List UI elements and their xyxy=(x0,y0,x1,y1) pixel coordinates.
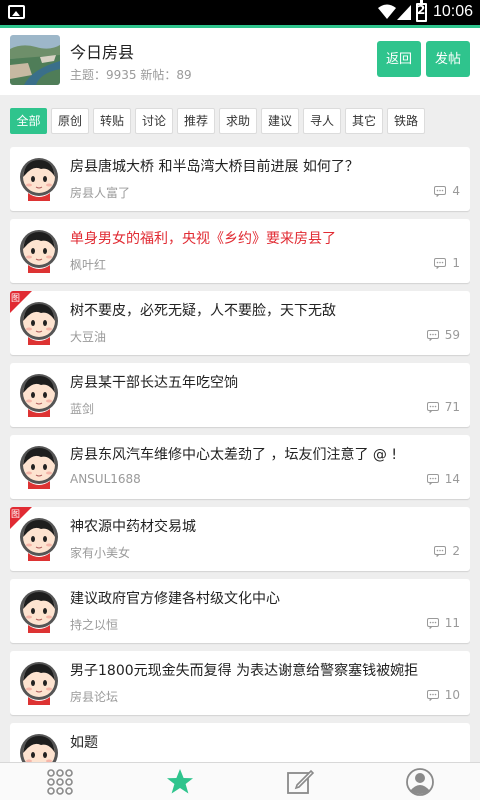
post-card[interactable]: 树不要皮，必死无疑，人不要脸，天下无敌 大豆油 59 图 xyxy=(10,291,470,355)
reply-count: 10 xyxy=(426,688,460,702)
battery-level: 2 xyxy=(417,3,426,17)
post-card[interactable]: 单身男女的福利，央视《乡约》要来房县了 枫叶红 1 xyxy=(10,219,470,283)
post-author: 枫叶红 xyxy=(70,258,107,272)
tab-help[interactable]: 求助 xyxy=(219,108,257,134)
reply-count: 1 xyxy=(434,256,460,270)
tab-original[interactable]: 原创 xyxy=(51,108,89,134)
post-author: 房县论坛 xyxy=(70,690,119,704)
reply-count-value: 59 xyxy=(444,328,460,342)
gallery-notification-icon xyxy=(8,5,25,19)
post-card[interactable]: 男子1800元现金失而复得 为表达谢意给警察塞钱被婉拒 房县论坛 10 xyxy=(10,651,470,715)
profile-icon[interactable] xyxy=(405,767,435,797)
post-card[interactable]: 房县唐城大桥 和半岛湾大桥目前进展 如何了？ 房县人富了 4 xyxy=(10,147,470,211)
reply-count: 11 xyxy=(426,616,460,630)
post-title: 男子1800元现金失而复得 为表达谢意给警察塞钱被婉拒 xyxy=(70,663,419,679)
image-badge: 图 xyxy=(10,291,32,313)
status-bar: 2 10:06 xyxy=(0,0,480,25)
comment-icon xyxy=(426,329,439,341)
tab-all[interactable]: 全部 xyxy=(10,108,47,134)
reply-count: 14 xyxy=(426,472,460,486)
post-author: 家有小美女 xyxy=(70,546,131,560)
avatar xyxy=(20,734,58,762)
post-title: 房县东风汽车维修中心太差劲了 ，坛友们注意了 @ ! xyxy=(70,447,397,463)
post-title: 如题 xyxy=(70,735,98,751)
tab-discussion[interactable]: 讨论 xyxy=(135,108,173,134)
grid-icon[interactable] xyxy=(45,767,75,797)
post-author: 房县人富了 xyxy=(70,186,131,200)
comment-icon xyxy=(434,545,447,557)
tab-railway[interactable]: 铁路 xyxy=(387,108,425,134)
star-icon[interactable] xyxy=(165,767,195,797)
post-card[interactable]: 如题 xyxy=(10,723,470,762)
post-title: 神农源中药材交易城 xyxy=(70,519,196,535)
post-card[interactable]: 建议政府官方修建各村级文化中心 持之以恒 11 xyxy=(10,579,470,643)
clock: 10:06 xyxy=(432,3,473,20)
reply-count-value: 2 xyxy=(452,544,460,558)
battery-icon: 2 xyxy=(416,0,427,22)
reply-count: 4 xyxy=(434,184,460,198)
reply-count: 59 xyxy=(426,328,460,342)
post-author: ANSUL1688 xyxy=(70,472,141,486)
reply-count: 71 xyxy=(426,400,460,414)
forum-header: 今日房县 主题：9935 新帖：89 返回 发帖 xyxy=(0,28,480,95)
post-list: 房县唐城大桥 和半岛湾大桥目前进展 如何了？ 房县人富了 4 单身男女的福利，央… xyxy=(10,147,470,762)
comment-icon xyxy=(426,473,439,485)
reply-count: 2 xyxy=(434,544,460,558)
image-badge: 图 xyxy=(10,507,32,529)
reply-count-value: 1 xyxy=(452,256,460,270)
post-card[interactable]: 神农源中药材交易城 家有小美女 2 图 xyxy=(10,507,470,571)
comment-icon xyxy=(434,185,447,197)
avatar xyxy=(20,446,58,489)
new-post-button[interactable]: 发帖 xyxy=(426,41,470,77)
tab-other[interactable]: 其它 xyxy=(345,108,383,134)
avatar xyxy=(20,662,58,705)
forum-thumbnail xyxy=(10,35,60,85)
signal-icon xyxy=(397,5,411,20)
post-title: 建议政府官方修建各村级文化中心 xyxy=(70,591,280,607)
tab-missing-person[interactable]: 寻人 xyxy=(303,108,341,134)
bottom-navigation xyxy=(0,762,480,800)
avatar xyxy=(20,590,58,633)
post-card[interactable]: 房县东风汽车维修中心太差劲了 ，坛友们注意了 @ ! ANSUL1688 14 xyxy=(10,435,470,499)
tab-recommended[interactable]: 推荐 xyxy=(177,108,215,134)
post-title: 单身男女的福利，央视《乡约》要来房县了 xyxy=(70,231,336,247)
reply-count-value: 4 xyxy=(452,184,460,198)
tab-repost[interactable]: 转贴 xyxy=(93,108,131,134)
post-title: 树不要皮，必死无疑，人不要脸，天下无敌 xyxy=(70,303,336,319)
forum-title: 今日房县 xyxy=(70,43,135,62)
post-author: 持之以恒 xyxy=(70,618,119,632)
comment-icon xyxy=(426,617,439,629)
reply-count-value: 71 xyxy=(444,400,460,414)
wifi-icon xyxy=(378,4,396,19)
avatar xyxy=(20,230,58,273)
image-badge-label: 图 xyxy=(11,294,21,304)
reply-count-value: 11 xyxy=(444,616,460,630)
comment-icon xyxy=(434,257,447,269)
comment-icon xyxy=(426,401,439,413)
avatar xyxy=(20,158,58,201)
avatar xyxy=(20,374,58,417)
post-author: 大豆油 xyxy=(70,330,107,344)
image-badge-label: 图 xyxy=(11,510,21,520)
post-title: 房县唐城大桥 和半岛湾大桥目前进展 如何了？ xyxy=(70,159,359,175)
tab-suggestion[interactable]: 建议 xyxy=(261,108,299,134)
forum-stats: 主题：9935 新帖：89 xyxy=(70,68,192,82)
back-button[interactable]: 返回 xyxy=(377,41,421,77)
reply-count-value: 14 xyxy=(444,472,460,486)
post-title: 房县某干部长达五年吃空饷 xyxy=(70,375,238,391)
reply-count-value: 10 xyxy=(444,688,460,702)
comment-icon xyxy=(426,689,439,701)
post-author: 蓝剑 xyxy=(70,402,95,416)
post-card[interactable]: 房县某干部长达五年吃空饷 蓝剑 71 xyxy=(10,363,470,427)
compose-icon[interactable] xyxy=(285,767,315,797)
